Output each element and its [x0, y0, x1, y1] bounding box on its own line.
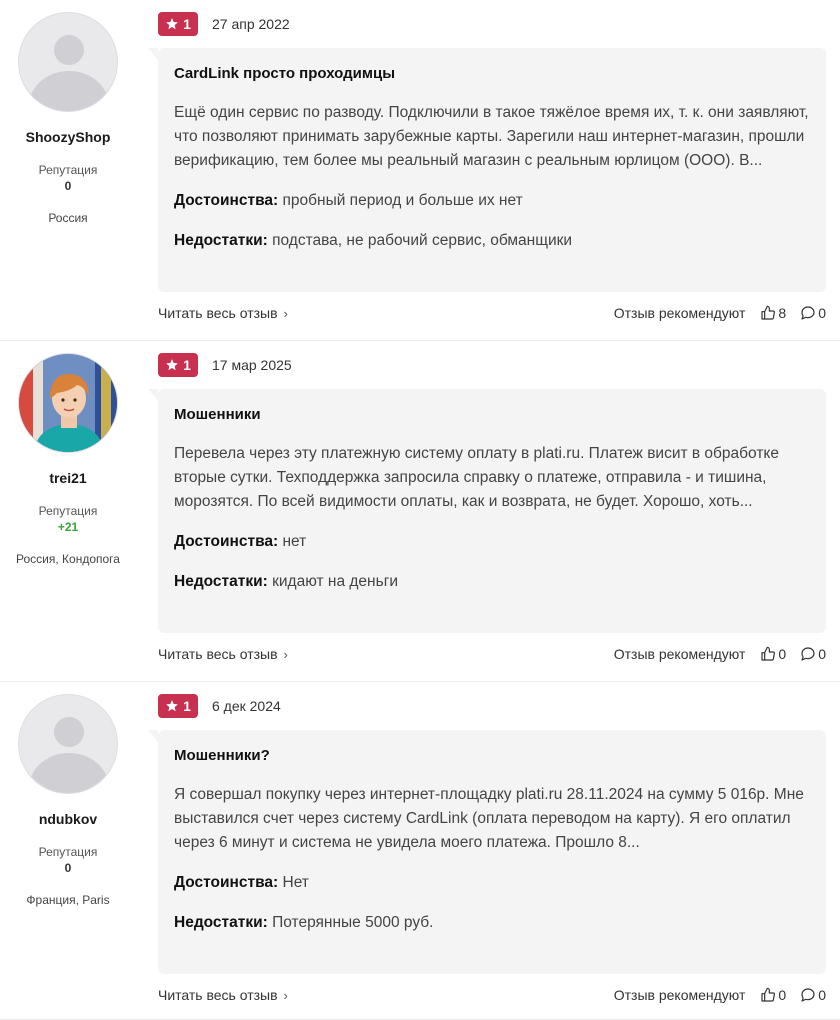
- comment-icon: [801, 647, 815, 661]
- review-cons: Недостатки: Потерянные 5000 руб.: [174, 912, 810, 934]
- author-location: Франция, Paris: [26, 893, 110, 907]
- reputation-label: Репутация: [38, 163, 98, 177]
- read-more-link[interactable]: Читать весь отзыв ›: [158, 646, 288, 662]
- review-pros: Достоинства: пробный период и больше их …: [174, 190, 810, 212]
- review-body: Мошенники? Я совершал покупку через инте…: [148, 730, 826, 974]
- review-title[interactable]: Мошенники: [174, 405, 810, 425]
- review-footer: Читать весь отзыв › Отзыв рекомендуют 0 …: [158, 984, 826, 1006]
- avatar-placeholder-icon[interactable]: [18, 12, 118, 112]
- comment-count: 0: [818, 646, 826, 662]
- review-header: 1 6 дек 2024: [158, 694, 281, 718]
- reputation-value: 0: [64, 179, 72, 193]
- chevron-right-icon: ›: [283, 646, 288, 662]
- review-date: 27 апр 2022: [212, 16, 290, 32]
- review-cons: Недостатки: подстава, не рабочий сервис,…: [174, 230, 810, 252]
- recommend-label: Отзыв рекомендуют: [613, 305, 746, 321]
- read-more-link[interactable]: Читать весь отзыв ›: [158, 305, 288, 321]
- avatar-placeholder-icon[interactable]: [18, 694, 118, 794]
- cons-text: Потерянные 5000 руб.: [272, 914, 434, 931]
- review-pros: Достоинства: Нет: [174, 872, 810, 894]
- review-date: 17 мар 2025: [212, 357, 292, 373]
- thumbs-up-icon: [761, 646, 776, 661]
- author-location: Россия: [48, 211, 88, 225]
- pros-label: Достоинства:: [174, 192, 279, 209]
- reputation-label: Репутация: [38, 504, 98, 518]
- comment-count: 0: [818, 305, 826, 321]
- rating-badge: 1: [158, 353, 198, 377]
- comments-button[interactable]: 0: [800, 987, 826, 1003]
- review-body: Мошенники Перевела через эту платежную с…: [148, 389, 826, 633]
- chevron-right-icon: ›: [283, 987, 288, 1003]
- recommend-label: Отзыв рекомендуют: [613, 646, 746, 662]
- review-title[interactable]: CardLink просто проходимцы: [174, 64, 810, 84]
- review-header: 1 27 апр 2022: [158, 12, 290, 36]
- read-more-link[interactable]: Читать весь отзыв ›: [158, 987, 288, 1003]
- review-title[interactable]: Мошенники?: [174, 746, 810, 766]
- comment-icon: [801, 306, 815, 320]
- review-footer: Читать весь отзыв › Отзыв рекомендуют 0 …: [158, 643, 826, 665]
- pros-label: Достоинства:: [174, 874, 279, 891]
- rating-value: 1: [183, 698, 191, 714]
- review-card: ndubkov Репутация 0 Франция, Paris 1 6 д…: [0, 682, 840, 1020]
- reputation-value: +21: [57, 520, 79, 534]
- review-footer: Читать весь отзыв › Отзыв рекомендуют 8 …: [158, 302, 826, 324]
- reputation-value: 0: [64, 861, 72, 875]
- like-button[interactable]: 0: [760, 646, 786, 662]
- like-count: 0: [778, 987, 787, 1003]
- rating-value: 1: [183, 16, 191, 32]
- author-name[interactable]: trei21: [0, 470, 136, 486]
- like-button[interactable]: 0: [760, 987, 786, 1003]
- review-card: trei21 Репутация +21 Россия, Кондопога 1…: [0, 341, 840, 682]
- review-card: ShoozyShop Репутация 0 Россия 1 27 апр 2…: [0, 0, 840, 341]
- rating-value: 1: [183, 357, 191, 373]
- like-count: 0: [778, 646, 787, 662]
- chevron-right-icon: ›: [283, 305, 288, 321]
- user-photo[interactable]: [18, 353, 118, 453]
- rating-badge: 1: [158, 12, 198, 36]
- author-name[interactable]: ndubkov: [0, 811, 136, 827]
- comments-button[interactable]: 0: [800, 305, 826, 321]
- review-text: Ещё один сервис по разводу. Подключили в…: [174, 104, 809, 169]
- review-text: Перевела через эту платежную систему опл…: [174, 445, 780, 510]
- author-location: Россия, Кондопога: [16, 552, 120, 566]
- review-pros: Достоинства: нет: [174, 531, 810, 553]
- reputation-label: Репутация: [38, 845, 98, 859]
- rating-badge: 1: [158, 694, 198, 718]
- pros-label: Достоинства:: [174, 533, 279, 550]
- cons-label: Недостатки:: [174, 573, 268, 590]
- review-text: Я совершал покупку через интернет-площад…: [174, 786, 804, 851]
- comment-count: 0: [818, 987, 826, 1003]
- pros-text: нет: [282, 533, 307, 550]
- thumbs-up-icon: [761, 987, 776, 1002]
- read-more-label: Читать весь отзыв: [158, 646, 278, 662]
- thumbs-up-icon: [761, 305, 776, 320]
- user-photo-image: [19, 354, 117, 452]
- pros-text: Нет: [282, 874, 309, 891]
- star-icon: [166, 18, 178, 30]
- review-date: 6 дек 2024: [212, 698, 281, 714]
- read-more-label: Читать весь отзыв: [158, 987, 278, 1003]
- review-author: ndubkov Репутация 0 Франция, Paris: [0, 694, 136, 907]
- review-cons: Недостатки: кидают на деньги: [174, 571, 810, 593]
- review-author: ShoozyShop Репутация 0 Россия: [0, 12, 136, 225]
- author-name[interactable]: ShoozyShop: [0, 129, 136, 145]
- star-icon: [166, 700, 178, 712]
- review-body: CardLink просто проходимцы Ещё один серв…: [148, 48, 826, 292]
- cons-text: подстава, не рабочий сервис, обманщики: [272, 232, 573, 249]
- recommend-label: Отзыв рекомендуют: [613, 987, 746, 1003]
- comment-icon: [801, 988, 815, 1002]
- cons-text: кидают на деньги: [272, 573, 399, 590]
- star-icon: [166, 359, 178, 371]
- cons-label: Недостатки:: [174, 232, 268, 249]
- like-button[interactable]: 8: [760, 305, 786, 321]
- review-header: 1 17 мар 2025: [158, 353, 292, 377]
- review-author: trei21 Репутация +21 Россия, Кондопога: [0, 353, 136, 566]
- read-more-label: Читать весь отзыв: [158, 305, 278, 321]
- cons-label: Недостатки:: [174, 914, 268, 931]
- comments-button[interactable]: 0: [800, 646, 826, 662]
- pros-text: пробный период и больше их нет: [282, 192, 523, 209]
- like-count: 8: [778, 305, 787, 321]
